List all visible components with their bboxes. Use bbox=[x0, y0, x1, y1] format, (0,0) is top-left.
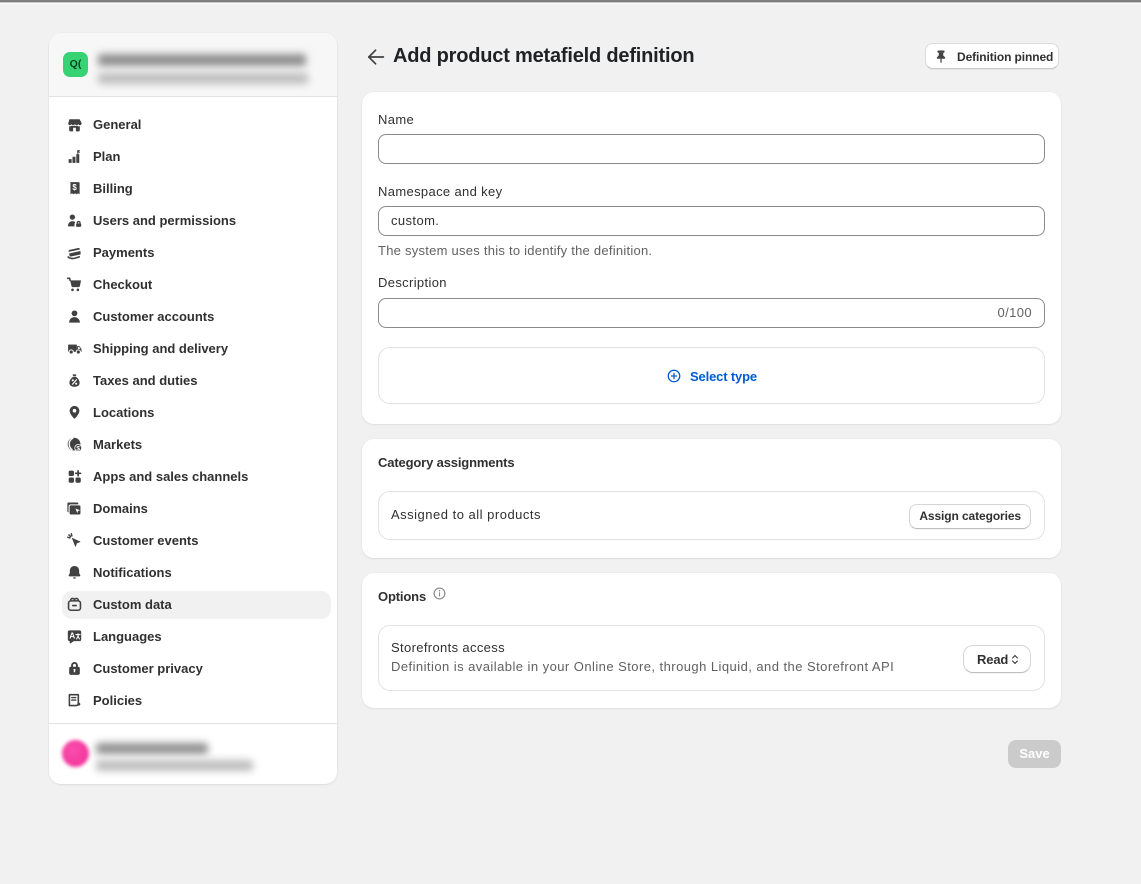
svg-text:$: $ bbox=[76, 445, 80, 452]
svg-text:$: $ bbox=[72, 183, 77, 192]
svg-text:A: A bbox=[69, 632, 75, 641]
